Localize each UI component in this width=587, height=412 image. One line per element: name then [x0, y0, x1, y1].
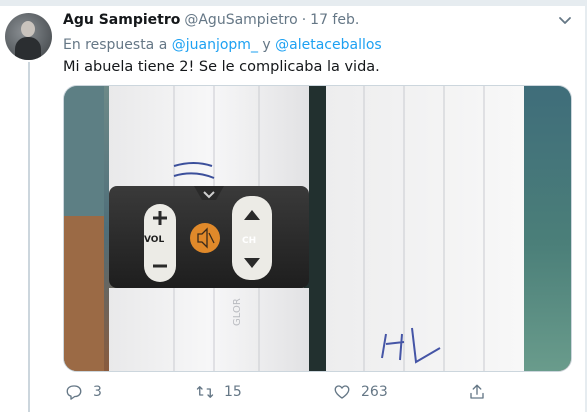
chevron-down-icon[interactable]: [557, 12, 573, 28]
reply-prefix: En respuesta a: [63, 37, 168, 53]
reply-context: En respuesta a @juanjopm_ y @aletaceball…: [63, 37, 382, 53]
reply-icon: [66, 385, 82, 400]
retweet-button[interactable]: 15: [196, 380, 242, 404]
remote-vol-label: VOL: [144, 235, 165, 245]
right-paper-roll: [326, 86, 524, 371]
photo-illustration: [64, 86, 571, 371]
photo-left-brown-patch: [64, 216, 104, 371]
retweet-icon: [196, 386, 214, 398]
share-icon: [470, 384, 484, 399]
tweet-header: Agu Sampietro @AguSampietro · 17 feb.: [63, 12, 359, 34]
avatar[interactable]: [5, 13, 52, 60]
retweet-count: 15: [224, 384, 242, 400]
mute-button-shape: [190, 223, 220, 253]
share-button[interactable]: [468, 380, 496, 404]
reply-user-link-1[interactable]: @juanjopm_: [172, 37, 258, 53]
tweet-text: Mi abuela tiene 2! Se le complicaba la v…: [63, 59, 380, 75]
reply-conjunction: y: [262, 37, 271, 53]
reply-button[interactable]: 3: [65, 380, 102, 404]
tv-remote: [109, 186, 309, 288]
like-count: 263: [361, 384, 388, 400]
remote-ch-label: CH: [242, 236, 257, 246]
paper-printed-text: GLOR: [232, 298, 243, 326]
author-name[interactable]: Agu Sampietro: [63, 12, 180, 28]
tweet-actions-bar: 3 15 263: [63, 380, 493, 404]
reply-count: 3: [93, 384, 102, 400]
photo-right-edge: [524, 86, 571, 371]
author-handle[interactable]: @AguSampietro: [184, 12, 297, 28]
like-button[interactable]: 263: [333, 380, 388, 404]
reply-user-link-2[interactable]: @aletaceballos: [275, 37, 382, 53]
like-icon: [334, 385, 350, 399]
tweet-media-photo[interactable]: VOL CH GLOR: [63, 85, 572, 372]
header-separator: ·: [301, 12, 307, 28]
avatar-torso-shape: [15, 37, 41, 60]
frame-border-top: [0, 0, 587, 6]
tweet-date[interactable]: 17 feb.: [310, 12, 359, 28]
avatar-head-shape: [21, 21, 35, 37]
thread-connector-line: [28, 62, 30, 412]
